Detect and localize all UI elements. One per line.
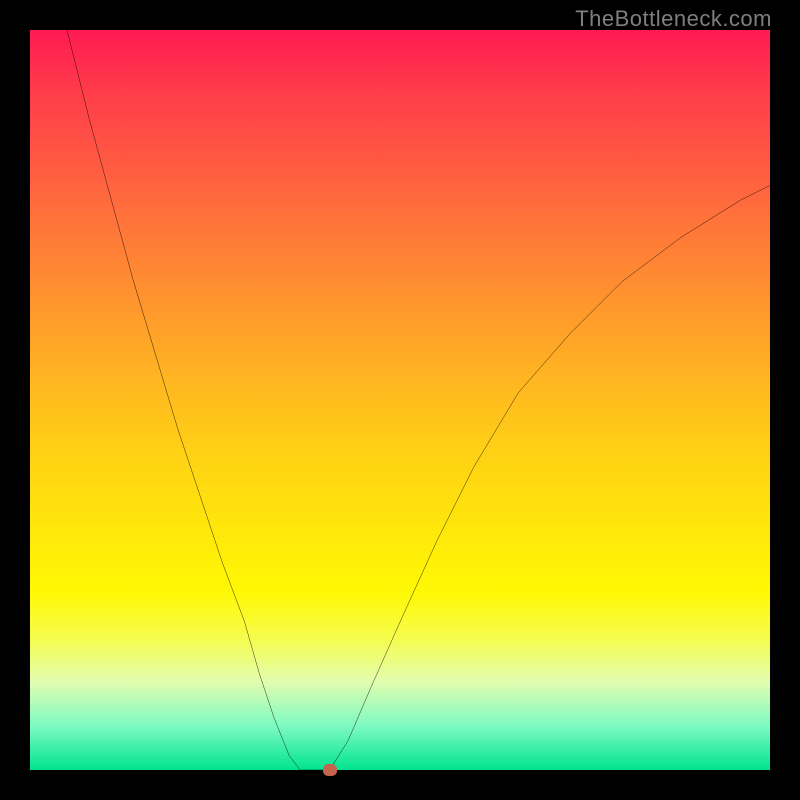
chart-frame: TheBottleneck.com [0,0,800,800]
bottleneck-curve [30,30,770,770]
curve-path [67,30,770,770]
watermark-text: TheBottleneck.com [575,6,772,32]
optimum-marker [323,764,337,776]
